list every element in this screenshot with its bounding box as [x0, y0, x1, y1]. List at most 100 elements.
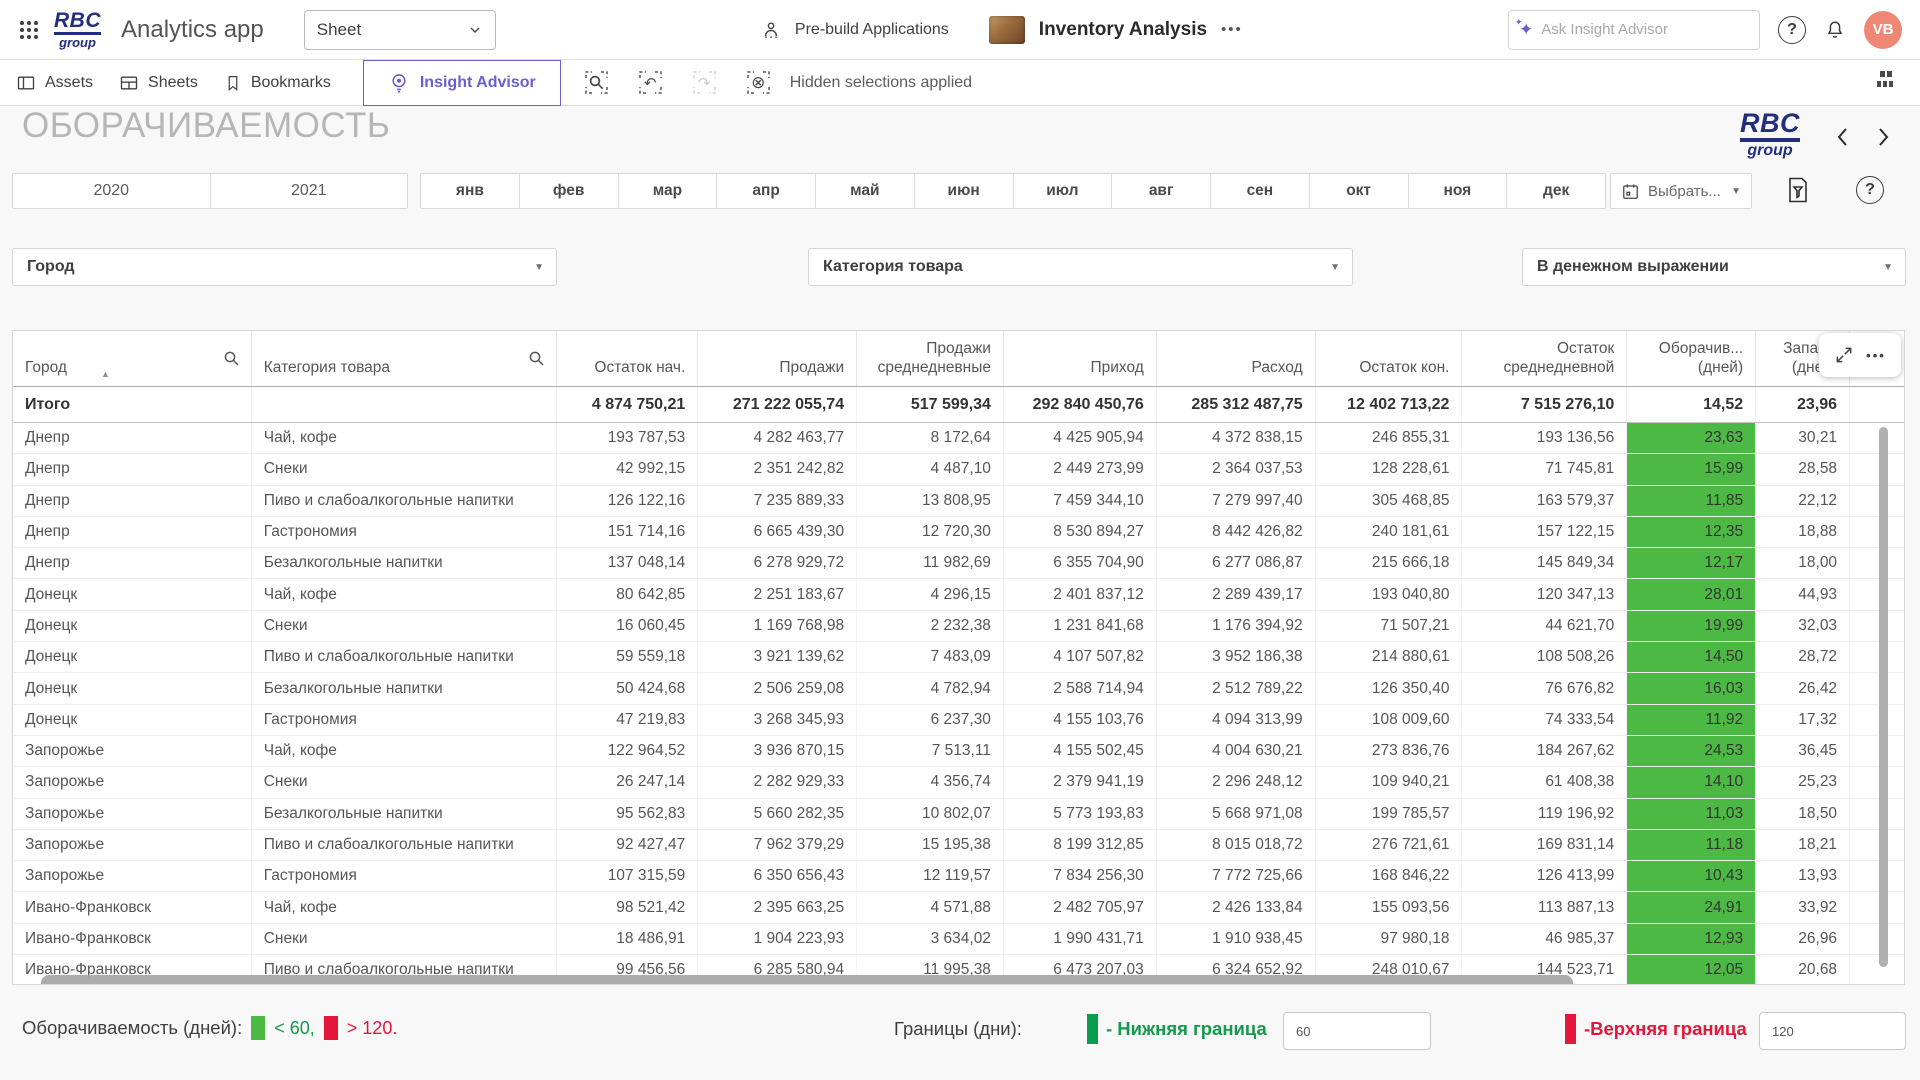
value-cell[interactable]: 47 219,83 — [557, 705, 698, 735]
month-button-окт[interactable]: окт — [1310, 174, 1409, 208]
month-button-ноя[interactable]: ноя — [1409, 174, 1508, 208]
clear-selections-icon[interactable]: ⊗ — [745, 69, 772, 96]
value-cell[interactable]: 120 347,13 — [1462, 579, 1627, 609]
year-button-2020[interactable]: 2020 — [13, 174, 211, 208]
value-cell[interactable]: 8 015 018,72 — [1157, 830, 1316, 860]
value-cell[interactable]: 7 483,09 — [857, 642, 1004, 672]
column-header-2[interactable]: Категория товара — [252, 331, 558, 386]
value-cell[interactable]: 169 831,14 — [1462, 830, 1627, 860]
value-cell[interactable]: 163 579,37 — [1462, 486, 1627, 516]
value-cell[interactable]: 3 268 345,93 — [698, 705, 857, 735]
turnover-days-cell[interactable]: 11,03 — [1627, 799, 1756, 829]
month-button-авг[interactable]: авг — [1112, 174, 1211, 208]
value-cell[interactable]: 8 442 426,82 — [1157, 517, 1316, 547]
value-cell[interactable]: 18 486,91 — [557, 924, 698, 954]
value-cell[interactable]: 12 119,57 — [857, 861, 1004, 891]
turnover-days-cell[interactable]: 15,99 — [1627, 454, 1756, 484]
value-cell[interactable]: 2 426 133,84 — [1157, 892, 1316, 922]
value-cell[interactable]: 214 880,61 — [1316, 642, 1463, 672]
value-cell[interactable]: 18,00 — [1756, 548, 1850, 578]
value-cell[interactable]: 28,72 — [1756, 642, 1850, 672]
value-cell[interactable]: 44,93 — [1756, 579, 1850, 609]
city-cell[interactable]: Запорожье — [13, 861, 252, 891]
turnover-days-cell[interactable]: 28,01 — [1627, 579, 1756, 609]
turnover-days-cell[interactable]: 11,85 — [1627, 486, 1756, 516]
month-button-апр[interactable]: апр — [717, 174, 816, 208]
value-cell[interactable]: 6 277 086,87 — [1157, 548, 1316, 578]
value-cell[interactable]: 5 773 193,83 — [1004, 799, 1157, 829]
value-cell[interactable]: 4 571,88 — [857, 892, 1004, 922]
value-cell[interactable]: 7 962 379,29 — [698, 830, 857, 860]
value-cell[interactable]: 6 665 439,30 — [698, 517, 857, 547]
value-cell[interactable]: 32,03 — [1756, 611, 1850, 641]
value-cell[interactable]: 240 181,61 — [1316, 517, 1463, 547]
value-cell[interactable]: 18,21 — [1756, 830, 1850, 860]
value-cell[interactable]: 3 952 186,38 — [1157, 642, 1316, 672]
city-cell[interactable]: Днепр — [13, 486, 252, 516]
value-cell[interactable]: 16 060,45 — [557, 611, 698, 641]
value-cell[interactable]: 74 333,54 — [1462, 705, 1627, 735]
year-button-2021[interactable]: 2021 — [211, 174, 408, 208]
value-cell[interactable]: 2 395 663,25 — [698, 892, 857, 922]
value-cell[interactable]: 193 136,56 — [1462, 423, 1627, 453]
expand-icon[interactable] — [1834, 345, 1854, 365]
city-cell[interactable]: Запорожье — [13, 767, 252, 797]
value-cell[interactable]: 44 621,70 — [1462, 611, 1627, 641]
category-cell[interactable]: Снеки — [252, 924, 558, 954]
value-cell[interactable]: 4 782,94 — [857, 673, 1004, 703]
column-header-3[interactable]: Остаток нач. — [557, 331, 698, 386]
smart-search-icon[interactable] — [583, 69, 610, 96]
city-cell[interactable]: Запорожье — [13, 736, 252, 766]
category-cell[interactable]: Пиво и слабоалкогольные напитки — [252, 642, 558, 672]
month-button-сен[interactable]: сен — [1211, 174, 1310, 208]
date-picker[interactable]: Выбрать... ▼ — [1610, 173, 1752, 209]
value-cell[interactable]: 1 904 223,93 — [698, 924, 857, 954]
tab-sheets[interactable]: Sheets — [119, 73, 198, 93]
value-cell[interactable]: 28,58 — [1756, 454, 1850, 484]
value-cell[interactable]: 2 351 242,82 — [698, 454, 857, 484]
column-header-7[interactable]: Расход — [1157, 331, 1316, 386]
value-cell[interactable]: 2 282 929,33 — [698, 767, 857, 797]
category-cell[interactable]: Гастрономия — [252, 705, 558, 735]
more-menu-icon[interactable]: ••• — [1221, 21, 1243, 38]
value-cell[interactable]: 4 356,74 — [857, 767, 1004, 797]
value-cell[interactable]: 246 855,31 — [1316, 423, 1463, 453]
value-cell[interactable]: 128 228,61 — [1316, 454, 1463, 484]
turnover-days-cell[interactable]: 12,17 — [1627, 548, 1756, 578]
city-cell[interactable]: Ивано-Франковск — [13, 892, 252, 922]
turnover-days-cell[interactable]: 11,18 — [1627, 830, 1756, 860]
city-cell[interactable]: Запорожье — [13, 799, 252, 829]
value-cell[interactable]: 42 992,15 — [557, 454, 698, 484]
value-cell[interactable]: 4 155 103,76 — [1004, 705, 1157, 735]
value-cell[interactable]: 36,45 — [1756, 736, 1850, 766]
selections-tool-icon[interactable] — [1786, 176, 1810, 209]
value-cell[interactable]: 15 195,38 — [857, 830, 1004, 860]
value-cell[interactable]: 8 172,64 — [857, 423, 1004, 453]
column-header-9[interactable]: Остаток среднедневной — [1462, 331, 1627, 386]
city-cell[interactable]: Днепр — [13, 454, 252, 484]
value-cell[interactable]: 119 196,92 — [1462, 799, 1627, 829]
horizontal-scrollbar[interactable] — [41, 975, 1573, 985]
value-cell[interactable]: 18,50 — [1756, 799, 1850, 829]
value-cell[interactable]: 2 588 714,94 — [1004, 673, 1157, 703]
month-button-фев[interactable]: фев — [520, 174, 619, 208]
city-cell[interactable]: Донецк — [13, 673, 252, 703]
value-cell[interactable]: 2 401 837,12 — [1004, 579, 1157, 609]
value-cell[interactable]: 126 122,16 — [557, 486, 698, 516]
value-cell[interactable]: 18,88 — [1756, 517, 1850, 547]
city-cell[interactable]: Днепр — [13, 548, 252, 578]
value-cell[interactable]: 6 355 704,90 — [1004, 548, 1157, 578]
help-icon[interactable]: ? — [1778, 16, 1806, 44]
value-cell[interactable]: 71 745,81 — [1462, 454, 1627, 484]
column-header-8[interactable]: Остаток кон. — [1316, 331, 1463, 386]
value-cell[interactable]: 2 506 259,08 — [698, 673, 857, 703]
value-cell[interactable]: 4 372 838,15 — [1157, 423, 1316, 453]
value-cell[interactable]: 13,93 — [1756, 861, 1850, 891]
value-cell[interactable]: 30,21 — [1756, 423, 1850, 453]
turnover-days-cell[interactable]: 12,93 — [1627, 924, 1756, 954]
category-cell[interactable]: Безалкогольные напитки — [252, 799, 558, 829]
value-cell[interactable]: 108 508,26 — [1462, 642, 1627, 672]
category-cell[interactable]: Безалкогольные напитки — [252, 548, 558, 578]
category-cell[interactable]: Чай, кофе — [252, 892, 558, 922]
value-cell[interactable]: 4 094 313,99 — [1157, 705, 1316, 735]
